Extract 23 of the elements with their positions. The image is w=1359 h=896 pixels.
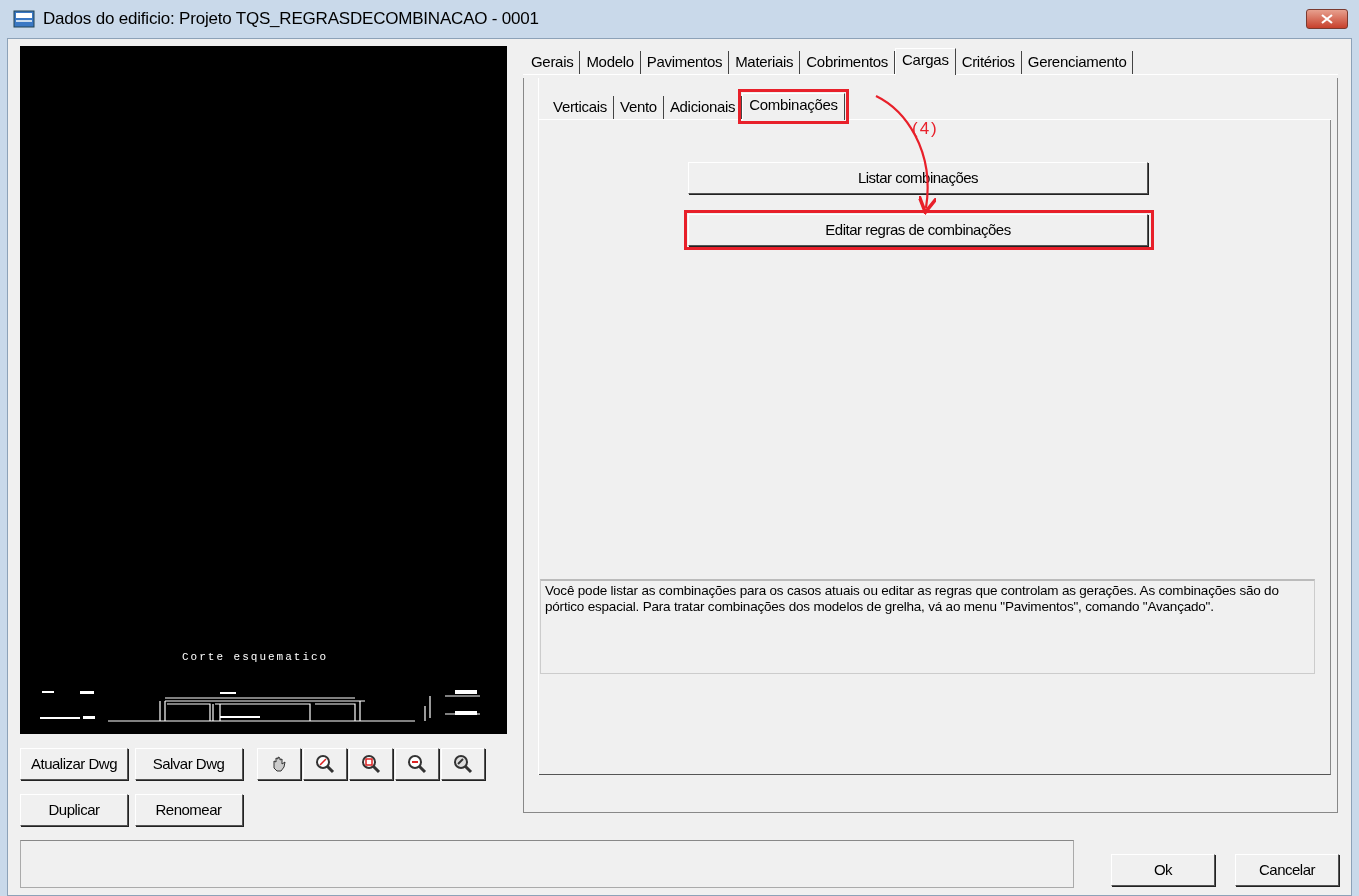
zoom-window-icon: [315, 754, 335, 774]
zoom-extents-icon: [361, 754, 381, 774]
zoom-previous-icon: [453, 754, 473, 774]
description-text: Você pode listar as combinações para os casos atuais ou editar as regras que controlam as gerações. As combinações são do pórtico espacial. Para tratar combinações dos modelos de grelha, vá ao menu "Pavimentos", comando "Avançado".: [540, 579, 1315, 674]
toolbar-button[interactable]: Duplicar: [20, 794, 128, 826]
tab[interactable]: Cargas: [895, 48, 956, 75]
toolbar-button[interactable]: Atualizar Dwg: [20, 748, 128, 780]
zoom-tool-button[interactable]: [395, 748, 439, 780]
drawing-caption: Corte esquematico: [182, 651, 329, 663]
close-icon: [1321, 14, 1333, 24]
zoom-tool-button[interactable]: [257, 748, 301, 780]
window-title: Dados do edificio: Projeto TQS_REGRASDECOMBINACAO - 0001: [43, 8, 539, 31]
toolbar-button[interactable]: Renomear: [134, 794, 243, 826]
app-icon: [13, 10, 35, 28]
close-button[interactable]: [1306, 9, 1348, 29]
toolbar-button[interactable]: Salvar Dwg: [134, 748, 243, 780]
zoom-tool-button[interactable]: [441, 748, 485, 780]
zoom-tool-button[interactable]: [303, 748, 347, 780]
dialog-button[interactable]: Cancelar: [1235, 854, 1339, 886]
zoom-tool-button[interactable]: [349, 748, 393, 780]
action-button[interactable]: Editar regras de combinações: [688, 214, 1148, 246]
dialog-button[interactable]: Ok: [1111, 854, 1215, 886]
zoom-out-icon: [407, 754, 427, 774]
